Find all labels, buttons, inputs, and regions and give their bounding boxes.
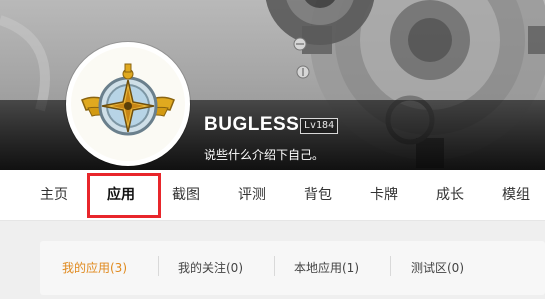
tab-mods[interactable]: 模组 (502, 170, 530, 220)
tab-backpack[interactable]: 背包 (304, 170, 332, 220)
subtab-divider (158, 256, 159, 276)
subtab-test-zone[interactable]: 测试区(0) (411, 259, 464, 276)
tab-growth[interactable]: 成长 (436, 170, 464, 220)
compass-emblem-icon (81, 63, 175, 136)
tab-cards[interactable]: 卡牌 (370, 170, 398, 220)
avatar-image (71, 47, 185, 161)
subtab-my-apps[interactable]: 我的应用(3) (62, 259, 127, 276)
tab-apps[interactable]: 应用 (107, 170, 135, 220)
subtab-following[interactable]: 我的关注(0) (178, 259, 243, 276)
profile-bio[interactable]: 说些什么介绍下自己。 (204, 146, 324, 163)
username: BUGLESS (204, 114, 300, 135)
tab-screenshots[interactable]: 截图 (172, 170, 200, 220)
subtab-local-apps[interactable]: 本地应用(1) (294, 259, 359, 276)
subtab-divider (274, 256, 275, 276)
tab-reviews[interactable]: 评测 (238, 170, 266, 220)
tab-home[interactable]: 主页 (40, 170, 68, 220)
subtab-divider (390, 256, 391, 276)
profile-nav: 主页 应用 截图 评测 背包 卡牌 成长 模组 (0, 170, 545, 221)
avatar[interactable] (66, 42, 190, 166)
level-badge: Lv184 (300, 118, 339, 134)
